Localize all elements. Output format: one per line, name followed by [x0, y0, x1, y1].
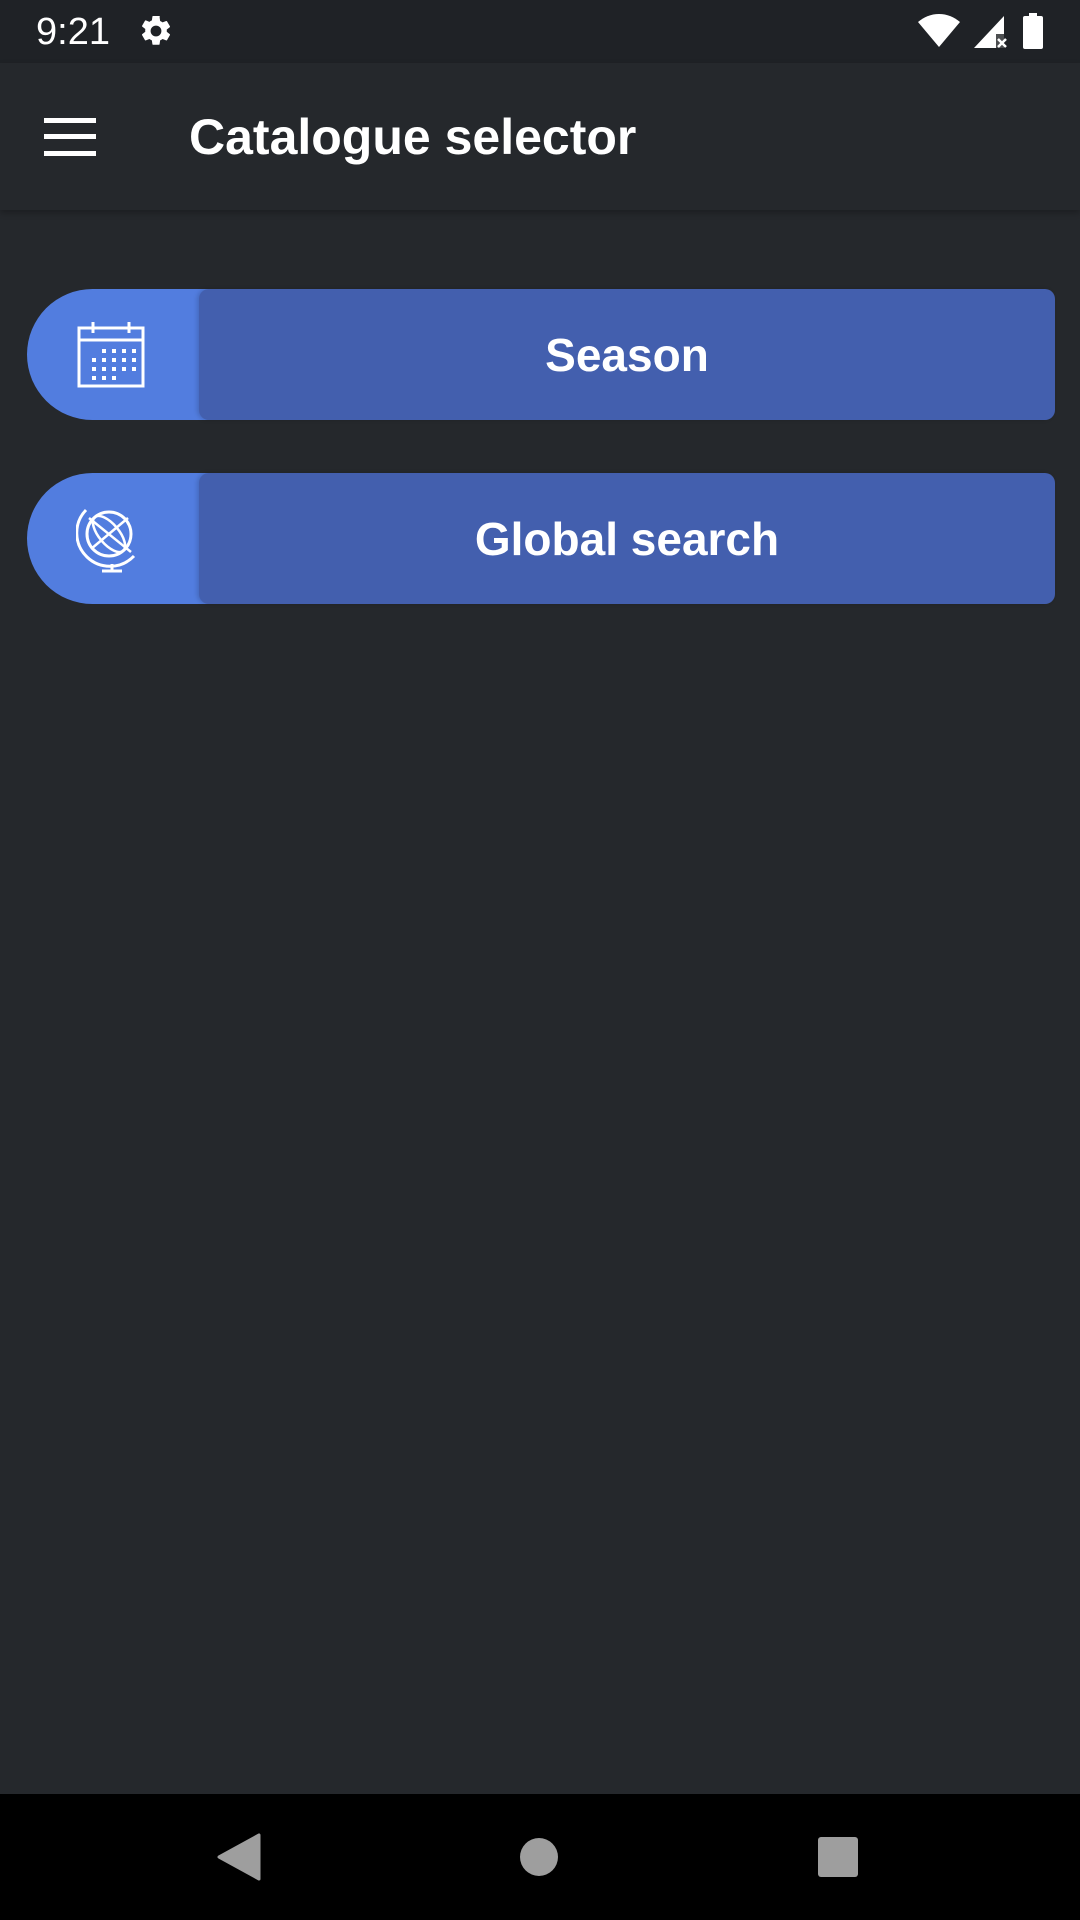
season-button[interactable]: Season [27, 289, 1055, 420]
back-button[interactable] [206, 1824, 272, 1890]
season-icon-section [27, 289, 227, 420]
recents-icon [818, 1837, 858, 1877]
hamburger-menu-icon [44, 118, 96, 156]
global-search-button[interactable]: Global search [27, 473, 1055, 604]
status-icons [918, 12, 1044, 50]
home-icon [520, 1838, 558, 1876]
battery-icon [1023, 13, 1043, 49]
status-bar: 9:21 [0, 0, 1080, 63]
back-icon [217, 1833, 261, 1881]
menu-button[interactable] [30, 97, 110, 177]
global-search-icon-section [27, 473, 227, 604]
wifi-icon [918, 14, 960, 47]
season-label: Season [545, 328, 709, 381]
home-button[interactable] [506, 1824, 572, 1890]
recents-button[interactable] [805, 1824, 871, 1890]
app-bar: Catalogue selector [0, 63, 1080, 210]
calendar-icon [77, 321, 145, 387]
globe-icon [76, 508, 136, 572]
status-time: 9:21 [36, 11, 110, 53]
cell-signal-no-data-icon [974, 16, 1007, 48]
settings-gear-icon [141, 15, 171, 45]
season-label-section: Season [199, 289, 1055, 420]
page-title: Catalogue selector [189, 109, 637, 165]
global-search-label: Global search [474, 512, 780, 565]
navigation-bar [0, 1794, 1080, 1920]
screen: 9:21 Catalogue selector Season Global se… [0, 0, 1080, 1920]
global-search-label-section: Global search [199, 473, 1055, 604]
